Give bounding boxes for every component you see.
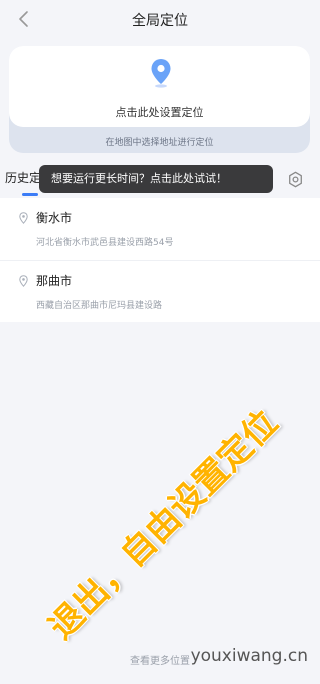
location-city: 衡水市 [36, 211, 73, 225]
location-pin-icon [19, 212, 28, 224]
set-location-button[interactable]: 点击此处设置定位 [9, 46, 310, 127]
location-address: 河北省衡水市武邑县建设西路54号 [36, 238, 174, 248]
settings-gear-icon[interactable] [287, 171, 304, 188]
global-location-screen: 全局定位 点击此处设置定位 在地图中选择地址进行定位 历史定位 想要运行更长时间… [0, 0, 320, 684]
location-pin-icon [19, 275, 28, 287]
location-city: 那曲市 [36, 274, 73, 288]
top-nav-bar: 全局定位 [0, 0, 320, 40]
site-watermark: youxiwang.cn [190, 646, 308, 666]
location-address: 西藏自治区那曲市尼玛县建设路 [36, 301, 163, 311]
list-item[interactable]: 衡水市 河北省衡水市武邑县建设西路54号 [0, 198, 320, 258]
active-tab-indicator [22, 193, 38, 196]
location-pin-icon [151, 59, 171, 88]
set-location-card[interactable]: 点击此处设置定位 在地图中选择地址进行定位 [9, 46, 310, 153]
watermark-caption: 退出，自由设置定位 [41, 402, 286, 648]
history-location-list: 衡水市 河北省衡水市武邑县建设西路54号 那曲市 西藏自治区那曲市尼玛县建设路 [0, 198, 320, 322]
set-location-label: 点击此处设置定位 [115, 106, 204, 119]
list-item[interactable]: 那曲市 西藏自治区那曲市尼玛县建设路 [0, 260, 320, 320]
select-on-map-hint[interactable]: 在地图中选择地址进行定位 [9, 135, 310, 148]
page-title: 全局定位 [132, 13, 188, 29]
run-longer-tooltip[interactable]: 想要运行更长时间？点击此处试试！ [39, 165, 273, 193]
